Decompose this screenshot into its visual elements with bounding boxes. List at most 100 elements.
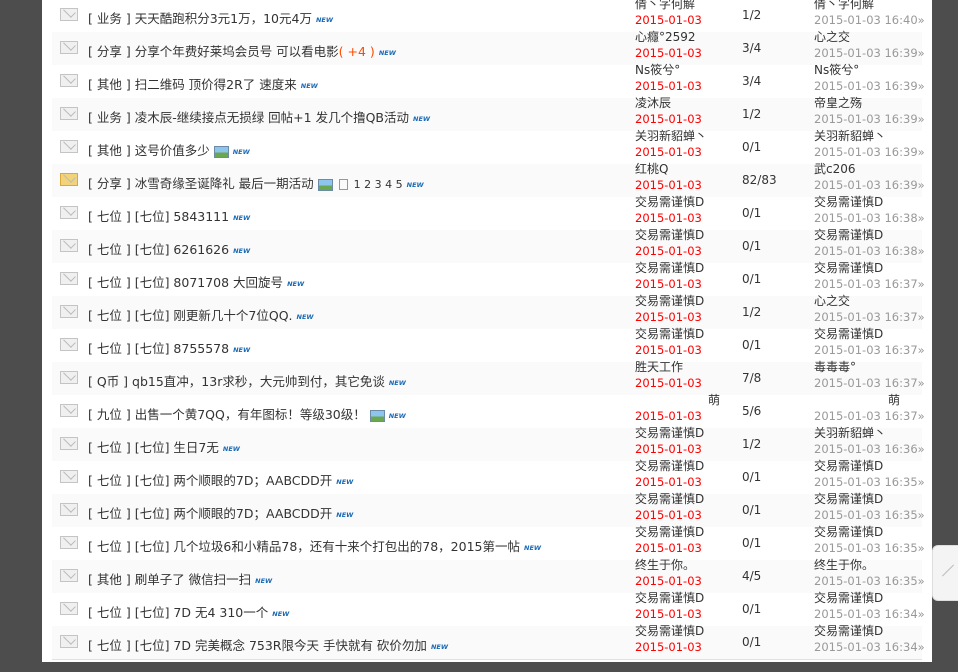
thread-title-link[interactable]: qb15直冲，13r求秒，大元帅到付，其它免谈 bbox=[132, 374, 385, 389]
author-name[interactable]: 红桃Q bbox=[635, 161, 735, 177]
author-name[interactable]: 倩丶字何解 bbox=[635, 0, 735, 12]
table-row[interactable]: [ 七位 ] [七位] 8071708 大回旋号 NEW 交易需谨慎D 2015-01… bbox=[52, 260, 925, 297]
last-poster[interactable]: 交易需谨慎D bbox=[814, 194, 924, 210]
author-name[interactable]: 交易需谨慎D bbox=[635, 194, 735, 210]
thread-title-link[interactable]: [七位] 刚更新几十个7位QQ. bbox=[135, 308, 293, 323]
last-poster[interactable]: 心之交 bbox=[814, 293, 924, 309]
last-post-time[interactable]: 2015-01-03 16:35» bbox=[814, 573, 925, 589]
author-name[interactable]: 交易需谨慎D bbox=[635, 590, 735, 606]
author-name[interactable]: 心癮°2592 bbox=[635, 29, 735, 45]
author-name[interactable]: 凌沐辰 bbox=[635, 95, 735, 111]
last-post-time[interactable]: 2015-01-03 16:35» bbox=[814, 474, 925, 490]
last-post-time[interactable]: 2015-01-03 16:40» bbox=[814, 12, 925, 28]
thread-title-link[interactable]: 冰雪奇缘圣诞降礼 最后一期活动 bbox=[135, 176, 314, 191]
thread-title-link[interactable]: [七位] 6261626 bbox=[135, 242, 229, 257]
author-name[interactable]: 交易需谨慎D bbox=[635, 491, 735, 507]
last-post-time[interactable]: 2015-01-03 16:36» bbox=[814, 441, 925, 457]
author-name[interactable]: 关羽新貂蝉丶 bbox=[635, 128, 735, 144]
thread-category[interactable]: [ 七位 ] bbox=[88, 341, 131, 356]
thread-title-link[interactable]: [七位] 几个垃圾6和小精品78，还有十来个打包出的78，2015第一帖 bbox=[135, 539, 520, 554]
thread-category[interactable]: [ 七位 ] bbox=[88, 473, 131, 488]
thread-category[interactable]: [ 七位 ] bbox=[88, 209, 131, 224]
last-poster[interactable]: 关羽新貂蝉丶 bbox=[814, 128, 924, 144]
last-poster[interactable]: 交易需谨慎D bbox=[814, 590, 924, 606]
thread-category[interactable]: [ 业务 ] bbox=[88, 110, 131, 125]
thread-title-link[interactable]: [七位] 两个顺眼的7D；AABCDD开 bbox=[135, 506, 333, 521]
last-post-time[interactable]: 2015-01-03 16:37» bbox=[814, 309, 925, 325]
thread-title-link[interactable]: [七位] 生日7无 bbox=[135, 440, 219, 455]
last-post-time[interactable]: 2015-01-03 16:38» bbox=[814, 243, 925, 259]
last-post-time[interactable]: 2015-01-03 16:37» bbox=[814, 276, 925, 292]
author-name[interactable]: 萌 bbox=[635, 392, 735, 408]
thread-category[interactable]: [ 七位 ] bbox=[88, 539, 131, 554]
last-poster[interactable]: 交易需谨慎D bbox=[814, 227, 924, 243]
last-post-time[interactable]: 2015-01-03 16:37» bbox=[814, 408, 925, 424]
thread-category[interactable]: [ 七位 ] bbox=[88, 440, 131, 455]
table-row[interactable]: [ 七位 ] [七位] 两个顺眼的7D；AABCDD开 NEW 交易需谨慎D 2015… bbox=[52, 458, 925, 495]
last-post-time[interactable]: 2015-01-03 16:39» bbox=[814, 144, 925, 160]
thread-title-link[interactable]: [七位] 7D 无4 310一个 bbox=[135, 605, 269, 620]
author-name[interactable]: 交易需谨慎D bbox=[635, 524, 735, 540]
author-name[interactable]: 交易需谨慎D bbox=[635, 293, 735, 309]
last-poster[interactable]: 毒毒毒° bbox=[814, 359, 924, 375]
thread-title-link[interactable]: 凌木辰-继续接点无损绿 回帖+1 发几个撸QB活动 bbox=[135, 110, 409, 125]
table-row[interactable]: [ 七位 ] [七位] 7D 完美概念 753R限今天 手快就有 砍价勿加 NEW… bbox=[52, 623, 925, 660]
last-poster[interactable]: 交易需谨慎D bbox=[814, 458, 924, 474]
last-poster[interactable]: 交易需谨慎D bbox=[814, 491, 924, 507]
last-poster[interactable]: Ns筱兮° bbox=[814, 62, 924, 78]
author-name[interactable]: 交易需谨慎D bbox=[635, 260, 735, 276]
thread-title-link[interactable]: [七位] 8755578 bbox=[135, 341, 229, 356]
back-to-top-button[interactable] bbox=[932, 545, 958, 601]
last-post-time[interactable]: 2015-01-03 16:39» bbox=[814, 78, 925, 94]
last-poster[interactable]: 倩丶字何解 bbox=[814, 0, 924, 12]
thread-category[interactable]: [ 七位 ] bbox=[88, 638, 131, 653]
author-name[interactable]: 终生于你。 bbox=[635, 557, 735, 573]
thread-category[interactable]: [ 业务 ] bbox=[88, 11, 131, 26]
thread-category[interactable]: [ Q币 ] bbox=[88, 374, 128, 389]
thread-category[interactable]: [ 七位 ] bbox=[88, 275, 131, 290]
thread-title-link[interactable]: [七位] 7D 完美概念 753R限今天 手快就有 砍价勿加 bbox=[135, 638, 427, 653]
table-row[interactable]: [ 九位 ] 出售一个黄7QQ，有年图标！等级30级！ NEW 萌 2015-01-0… bbox=[52, 392, 925, 429]
table-row[interactable]: [ 七位 ] [七位] 两个顺眼的7D；AABCDD开 NEW 交易需谨慎D 2015… bbox=[52, 491, 925, 528]
thread-category[interactable]: [ 七位 ] bbox=[88, 242, 131, 257]
table-row[interactable]: [ 其他 ] 这号价值多少 NEW 关羽新貂蝉丶 2015-01-03 0/1 关羽新貂蝉… bbox=[52, 128, 925, 165]
last-post-time[interactable]: 2015-01-03 16:34» bbox=[814, 639, 925, 655]
author-name[interactable]: 交易需谨慎D bbox=[635, 623, 735, 639]
thread-title-link[interactable]: 刷单子了 微信扫一扫 bbox=[135, 572, 251, 587]
last-poster[interactable]: 萌 bbox=[814, 392, 924, 408]
last-poster[interactable]: 交易需谨慎D bbox=[814, 524, 924, 540]
last-post-time[interactable]: 2015-01-03 16:37» bbox=[814, 375, 925, 391]
table-row[interactable]: [ 七位 ] [七位] 生日7无 NEW 交易需谨慎D 2015-01-03 1/2 关羽… bbox=[52, 425, 925, 462]
thread-title-link[interactable]: [七位] 8071708 大回旋号 bbox=[135, 275, 283, 290]
author-name[interactable]: 交易需谨慎D bbox=[635, 326, 735, 342]
thread-pages[interactable]: 1 2 3 4 5 bbox=[354, 178, 403, 191]
author-name[interactable]: 交易需谨慎D bbox=[635, 425, 735, 441]
thread-title-link[interactable]: 扫二维码 顶价得2R了 速度来 bbox=[135, 77, 297, 92]
last-post-time[interactable]: 2015-01-03 16:37» bbox=[814, 342, 925, 358]
last-poster[interactable]: 帝皇之殇 bbox=[814, 95, 924, 111]
table-row[interactable]: [ 分享 ] 分享个年费好莱坞会员号 可以看电影( +4 ) NEW 心癮°2592… bbox=[52, 29, 925, 66]
thread-category[interactable]: [ 七位 ] bbox=[88, 605, 131, 620]
thread-title-link[interactable]: 天天酷跑积分3元1万，10元4万 bbox=[135, 11, 312, 26]
thread-category[interactable]: [ 七位 ] bbox=[88, 506, 131, 521]
table-row[interactable]: [ 七位 ] [七位] 6261626 NEW 交易需谨慎D 2015-01-03 0/… bbox=[52, 227, 925, 264]
last-poster[interactable]: 交易需谨慎D bbox=[814, 623, 924, 639]
last-post-time[interactable]: 2015-01-03 16:39» bbox=[814, 177, 925, 193]
table-row[interactable]: [ 七位 ] [七位] 刚更新几十个7位QQ. NEW 交易需谨慎D 2015-01-… bbox=[52, 293, 925, 330]
table-row[interactable]: [ 其他 ] 刷单子了 微信扫一扫 NEW 终生于你。 2015-01-03 4/5 终生… bbox=[52, 557, 925, 594]
thread-title-link[interactable]: [七位] 两个顺眼的7D；AABCDD开 bbox=[135, 473, 333, 488]
table-row[interactable]: [ 七位 ] [七位] 7D 无4 310一个 NEW 交易需谨慎D 2015-01-… bbox=[52, 590, 925, 627]
last-post-time[interactable]: 2015-01-03 16:34» bbox=[814, 606, 925, 622]
thread-category[interactable]: [ 其他 ] bbox=[88, 77, 131, 92]
last-poster[interactable]: 交易需谨慎D bbox=[814, 326, 924, 342]
thread-category[interactable]: [ 七位 ] bbox=[88, 308, 131, 323]
author-name[interactable]: 交易需谨慎D bbox=[635, 458, 735, 474]
last-poster[interactable]: 武c206 bbox=[814, 161, 924, 177]
author-name[interactable]: 胜天工作 bbox=[635, 359, 735, 375]
thread-title-link[interactable]: 分享个年费好莱坞会员号 可以看电影 bbox=[135, 44, 339, 59]
table-row[interactable]: [ 其他 ] 扫二维码 顶价得2R了 速度来 NEW Ns筱兮° 2015-01-03… bbox=[52, 62, 925, 99]
last-post-time[interactable]: 2015-01-03 16:35» bbox=[814, 507, 925, 523]
table-row[interactable]: [ 分享 ] 冰雪奇缘圣诞降礼 最后一期活动 1 2 3 4 5 NEW 红桃Q 201… bbox=[52, 161, 925, 198]
table-row[interactable]: [ Q币 ] qb15直冲，13r求秒，大元帅到付，其它免谈 NEW 胜天工作 201… bbox=[52, 359, 925, 396]
thread-title-link[interactable]: 这号价值多少 bbox=[135, 143, 210, 158]
